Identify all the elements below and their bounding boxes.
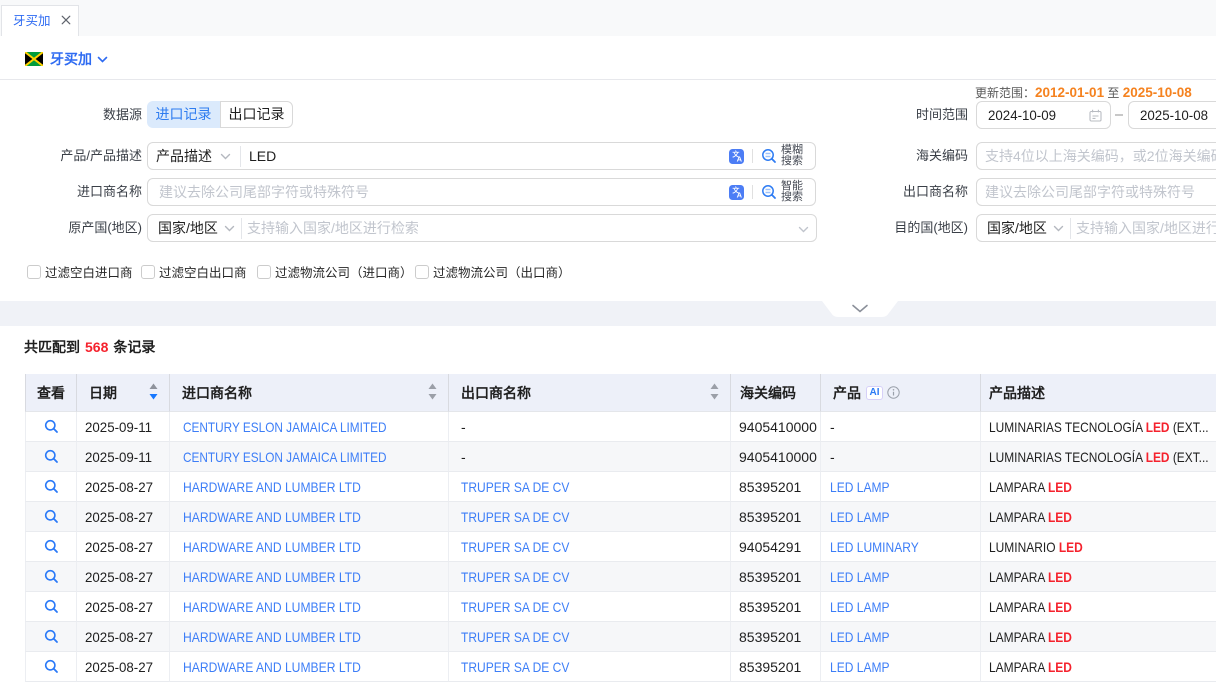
svg-text:A: A xyxy=(737,154,743,163)
svg-text:A: A xyxy=(737,190,743,199)
